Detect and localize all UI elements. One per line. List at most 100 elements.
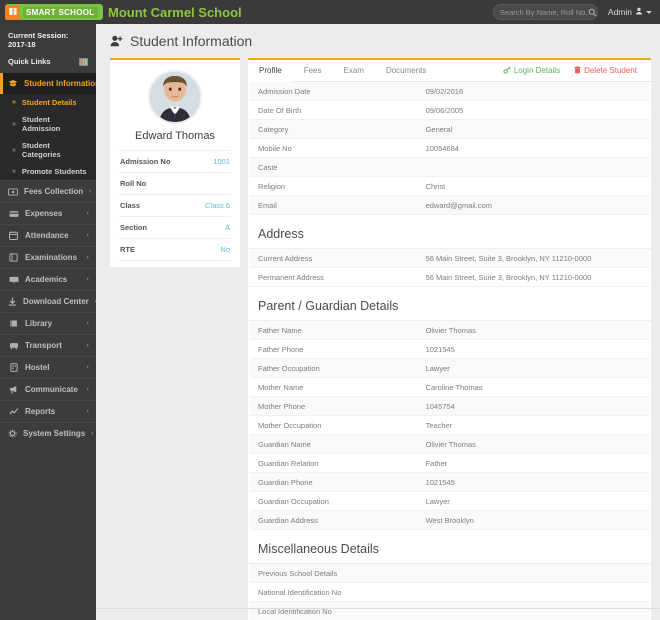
- chevron-left-icon: ‹: [87, 254, 89, 261]
- chevron-right-icon: »: [12, 168, 16, 175]
- delete-student-button[interactable]: Delete Student: [574, 66, 637, 76]
- brand-logo[interactable]: SMART SCHOOL: [0, 0, 96, 24]
- footer-divider: [96, 608, 660, 609]
- row-value: West Brooklyn: [418, 511, 649, 530]
- sidebar-item-system-settings[interactable]: System Settings ‹: [0, 422, 96, 444]
- sidebar-item-attendance[interactable]: Attendance ‹: [0, 224, 96, 246]
- parent-guardian-table: Father Name Olivier Thomas Father Phone …: [250, 321, 649, 530]
- card-icon: [8, 210, 19, 218]
- chevron-left-icon: ‹: [91, 430, 93, 437]
- section-title-parent-guardian: Parent / Guardian Details: [248, 287, 651, 321]
- section-title-miscellaneous: Miscellaneous Details: [248, 530, 651, 564]
- tab-label: Fees: [304, 66, 322, 75]
- content-row: Edward Thomas Admission No 1001 Roll No …: [96, 58, 660, 620]
- sidebar-subitem-student-categories[interactable]: » Student Categories: [0, 137, 96, 163]
- row-label: Mother Occupation: [250, 416, 418, 435]
- row-label: Guardian Relation: [250, 454, 418, 473]
- student-field-rte: RTE No: [119, 238, 231, 261]
- field-label: Class: [120, 201, 140, 210]
- search-input[interactable]: [500, 8, 588, 17]
- sidebar-item-examinations[interactable]: Examinations ‹: [0, 246, 96, 268]
- key-icon: [503, 66, 511, 76]
- tab-documents[interactable]: Documents: [375, 60, 437, 82]
- search-box[interactable]: [493, 4, 598, 20]
- row-value: Olivier Thomas: [418, 321, 649, 340]
- row-value: Caroline Thomas: [418, 378, 649, 397]
- graduation-cap-icon: [8, 79, 18, 88]
- table-row: Current Address 56 Main Street, Suite 3,…: [250, 249, 649, 268]
- row-label: Religion: [250, 177, 418, 196]
- chevron-down-icon: [646, 11, 652, 14]
- field-label: RTE: [120, 245, 135, 254]
- table-row: Father Occupation Lawyer: [250, 359, 649, 378]
- row-value: General: [418, 120, 649, 139]
- tab-profile[interactable]: Profile: [248, 60, 293, 82]
- sidebar-subitem-student-details[interactable]: » Student Details: [0, 94, 96, 111]
- row-value: Teacher: [418, 416, 649, 435]
- login-details-button[interactable]: Login Details: [503, 66, 560, 76]
- quick-links[interactable]: Quick Links: [0, 54, 96, 73]
- chevron-left-icon: ‹: [87, 210, 89, 217]
- school-name: Mount Carmel School: [96, 0, 493, 24]
- row-value: [418, 158, 649, 177]
- sidebar-item-label: Expenses: [25, 209, 81, 218]
- misc-table-wrap: Previous School Details National Identif…: [248, 564, 651, 620]
- tab-label: Profile: [259, 66, 282, 75]
- page-header: Student Information: [96, 24, 660, 58]
- row-value: Father: [418, 454, 649, 473]
- sidebar-subitem-promote-students[interactable]: » Promote Students: [0, 163, 96, 180]
- chevron-left-icon: ‹: [87, 276, 89, 283]
- table-row: Guardian Name Olivier Thomas: [250, 435, 649, 454]
- tab-label: Exam: [343, 66, 363, 75]
- content-area: Student Information: [96, 24, 660, 620]
- table-row: Permanent Address 56 Main Street, Suite …: [250, 268, 649, 287]
- logo: SMART SCHOOL: [5, 4, 103, 20]
- chevron-left-icon: ‹: [87, 364, 89, 371]
- bus-icon: [8, 342, 19, 350]
- tab-fees[interactable]: Fees: [293, 60, 333, 82]
- sidebar-item-reports[interactable]: Reports ‹: [0, 400, 96, 422]
- table-row: Father Phone 1021545: [250, 340, 649, 359]
- sidebar-item-label: Reports: [25, 407, 81, 416]
- sidebar-subitem-student-admission[interactable]: » Student Admission: [0, 111, 96, 137]
- tab-exam[interactable]: Exam: [332, 60, 374, 82]
- field-value: A: [225, 223, 230, 232]
- chevron-left-icon: ‹: [87, 320, 89, 327]
- sidebar-item-download-center[interactable]: Download Center ‹: [0, 290, 96, 312]
- field-value: 1001: [213, 157, 230, 166]
- row-value: Olivier Thomas: [418, 435, 649, 454]
- tab-label: Documents: [386, 66, 426, 75]
- grid-icon[interactable]: [79, 58, 88, 66]
- top-bar: SMART SCHOOL Mount Carmel School Admin: [0, 0, 660, 24]
- table-row: Guardian Phone 1021545: [250, 473, 649, 492]
- row-label: Caste: [250, 158, 418, 177]
- sidebar-item-expenses[interactable]: Expenses ‹: [0, 202, 96, 224]
- chevron-right-icon: »: [12, 121, 16, 128]
- table-row: Religion Christ: [250, 177, 649, 196]
- sidebar-item-library[interactable]: Library ‹: [0, 312, 96, 334]
- student-field-class: Class Class 6: [119, 194, 231, 216]
- sidebar-item-transport[interactable]: Transport ‹: [0, 334, 96, 356]
- row-label: Category: [250, 120, 418, 139]
- address-table-wrap: Current Address 56 Main Street, Suite 3,…: [248, 249, 651, 287]
- sidebar-item-student-information[interactable]: Student Information ⌄: [0, 73, 96, 94]
- student-field-roll-no: Roll No: [119, 172, 231, 194]
- row-label: Guardian Phone: [250, 473, 418, 492]
- chart-icon: [8, 407, 19, 416]
- sidebar-item-label: Download Center: [23, 297, 89, 306]
- book-icon: [5, 5, 20, 20]
- chevron-right-icon: »: [12, 147, 16, 154]
- library-icon: [8, 319, 19, 328]
- sidebar-item-hostel[interactable]: Hostel ‹: [0, 356, 96, 378]
- row-label: Father Occupation: [250, 359, 418, 378]
- admin-menu[interactable]: Admin: [608, 7, 652, 17]
- chevron-left-icon: ‹: [89, 188, 91, 195]
- sidebar-item-fees-collection[interactable]: Fees Collection ‹: [0, 180, 96, 202]
- search-icon[interactable]: [588, 8, 597, 17]
- row-value: edward@gmail.com: [418, 196, 649, 215]
- sidebar-item-academics[interactable]: Academics ‹: [0, 268, 96, 290]
- table-row: Admission Date 09/02/2016: [250, 82, 649, 101]
- sidebar-item-communicate[interactable]: Communicate ‹: [0, 378, 96, 400]
- sidebar-subitem-label: Promote Students: [22, 167, 87, 176]
- download-icon: [8, 297, 17, 306]
